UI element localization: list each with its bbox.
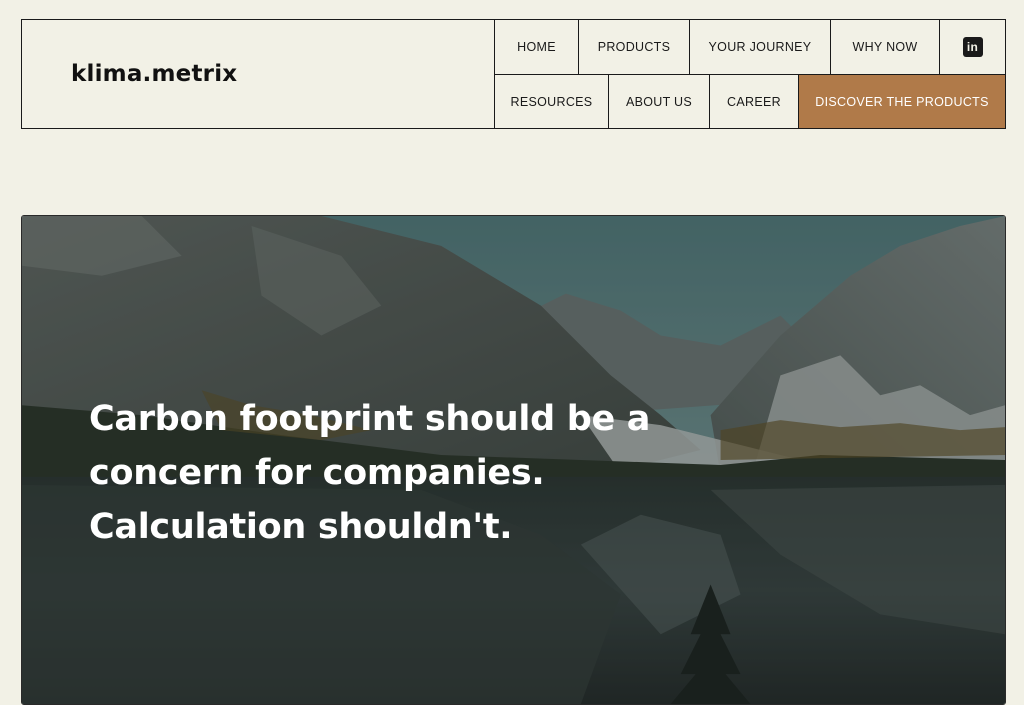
nav-row-top: HOME PRODUCTS YOUR JOURNEY WHY NOW in bbox=[494, 20, 1005, 74]
nav-item-linkedin[interactable]: in bbox=[939, 20, 1005, 74]
hero-headline: Carbon footprint should be a concern for… bbox=[89, 392, 689, 554]
discover-products-button[interactable]: DISCOVER THE PRODUCTS bbox=[798, 75, 1005, 128]
logo-area: klima.metrix bbox=[22, 20, 494, 128]
main-nav: HOME PRODUCTS YOUR JOURNEY WHY NOW in RE… bbox=[494, 20, 1005, 128]
hero-headline-line-1: Carbon footprint should be a bbox=[89, 399, 651, 439]
nav-item-products[interactable]: PRODUCTS bbox=[578, 20, 689, 74]
linkedin-icon: in bbox=[962, 37, 983, 57]
site-header: klima.metrix HOME PRODUCTS YOUR JOURNEY … bbox=[21, 19, 1006, 129]
nav-item-home[interactable]: HOME bbox=[494, 20, 578, 74]
hero-headline-line-3: Calculation shouldn't. bbox=[89, 507, 513, 547]
nav-item-resources[interactable]: RESOURCES bbox=[494, 75, 608, 128]
hero-banner: Carbon footprint should be a concern for… bbox=[21, 215, 1006, 705]
hero-headline-line-2: concern for companies. bbox=[89, 453, 545, 493]
nav-item-why-now[interactable]: WHY NOW bbox=[830, 20, 939, 74]
brand-logo[interactable]: klima.metrix bbox=[71, 61, 237, 87]
nav-item-career[interactable]: CAREER bbox=[709, 75, 798, 128]
nav-row-bottom: RESOURCES ABOUT US CAREER DISCOVER THE P… bbox=[494, 74, 1005, 128]
nav-item-your-journey[interactable]: YOUR JOURNEY bbox=[689, 20, 830, 74]
nav-item-about-us[interactable]: ABOUT US bbox=[608, 75, 709, 128]
